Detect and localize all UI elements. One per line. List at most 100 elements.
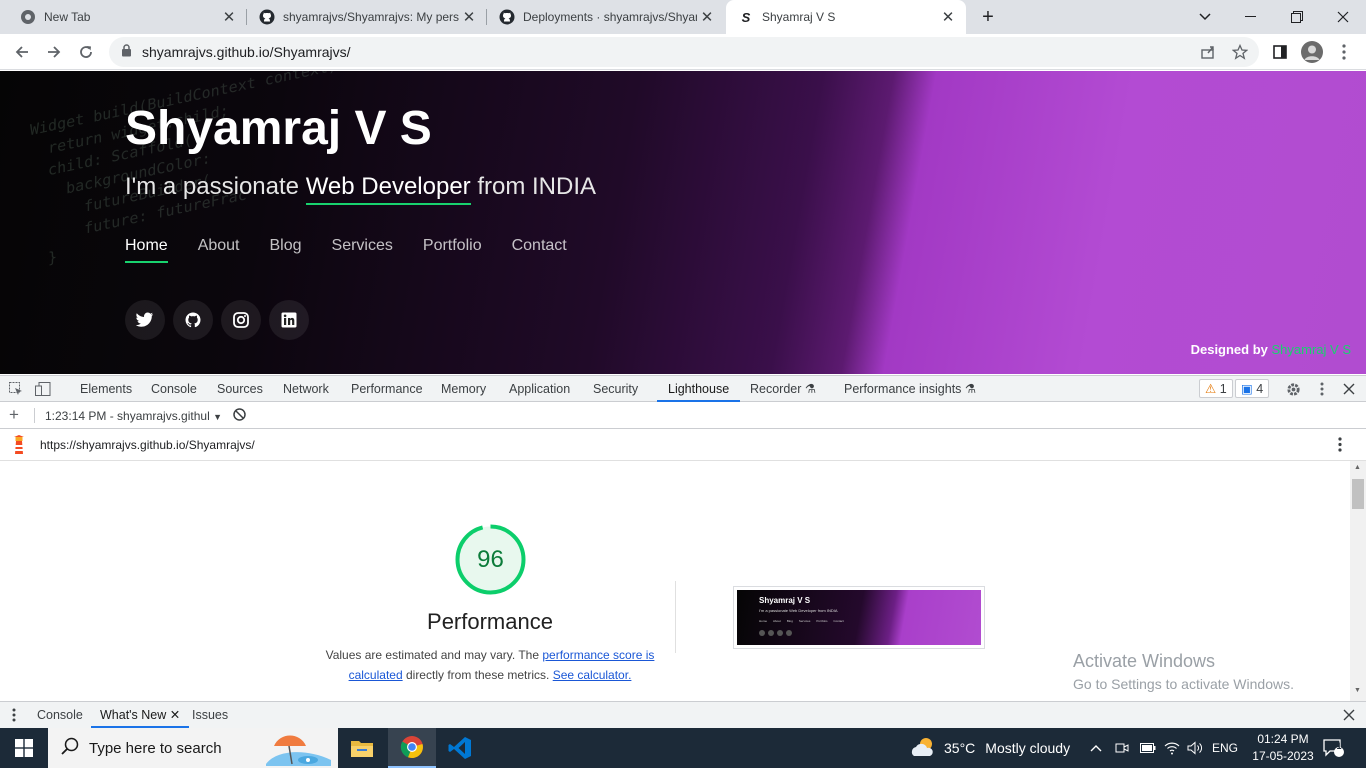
nav-home[interactable]: Home [125, 237, 168, 263]
nav-services[interactable]: Services [332, 237, 393, 263]
file-explorer-icon[interactable] [338, 728, 386, 768]
tab-recorder[interactable]: Recorder ⚗ [750, 376, 816, 402]
score-value: 96 [477, 546, 504, 573]
close-drawer-icon[interactable] [1343, 702, 1355, 728]
nav-blog[interactable]: Blog [270, 237, 302, 263]
github-icon [499, 9, 515, 25]
browser-tab-github-repo[interactable]: shyamrajvs/Shyamrajvs: My perso ✕ [247, 0, 487, 34]
new-report-plus-icon[interactable]: + [9, 405, 19, 425]
browser-tab-active[interactable]: S Shyamraj V S ✕ [726, 0, 966, 34]
volume-icon[interactable] [1187, 728, 1203, 768]
device-toolbar-icon[interactable] [35, 376, 51, 402]
close-tab-icon[interactable]: ✕ [697, 8, 717, 26]
system-clock[interactable]: 01:24 PM 17-05-2023 [1246, 728, 1320, 768]
inspect-element-icon[interactable] [9, 376, 23, 402]
nav-contact[interactable]: Contact [512, 237, 567, 263]
tab-performance-insights[interactable]: Performance insights ⚗ [844, 376, 976, 402]
profile-avatar[interactable] [1298, 38, 1326, 66]
browser-tab-deployments[interactable]: Deployments · shyamrajvs/Shyam ✕ [487, 0, 725, 34]
meet-now-icon[interactable] [1115, 728, 1129, 768]
report-selector[interactable]: 1:23:14 PM - shyamrajvs.githul ▼ [45, 409, 222, 423]
nav-about[interactable]: About [198, 237, 240, 263]
wifi-icon[interactable] [1164, 728, 1180, 768]
tab-network[interactable]: Network [283, 376, 329, 402]
scroll-down-icon[interactable]: ▼ [1354, 687, 1361, 694]
desc-middle: directly from these metrics. [402, 668, 553, 682]
tab-title: shyamrajvs/Shyamrajvs: My perso [283, 10, 459, 24]
taskbar-search-box[interactable]: Type here to search [48, 728, 338, 768]
scroll-up-icon[interactable]: ▲ [1354, 464, 1361, 471]
tab-title: Shyamraj V S [762, 10, 836, 24]
thumb-nav-item: Blog [786, 619, 793, 623]
vscode-icon[interactable] [436, 728, 484, 768]
see-calculator-link[interactable]: See calculator. [553, 668, 632, 682]
minimize-button[interactable] [1228, 0, 1274, 34]
tab-performance[interactable]: Performance [351, 376, 423, 402]
final-screenshot-thumbnail[interactable]: Shyamraj V S I'm a passionate Web Develo… [733, 586, 985, 649]
tab-console[interactable]: Console [151, 376, 197, 402]
tab-application[interactable]: Application [509, 376, 570, 402]
clear-all-icon[interactable] [233, 408, 246, 424]
tab-lighthouse[interactable]: Lighthouse [657, 376, 741, 402]
url-text: shyamrajvs.github.io/Shyamrajvs/ [142, 44, 351, 60]
new-tab-button[interactable]: + [965, 0, 1011, 34]
address-bar[interactable]: shyamrajvs.github.io/Shyamrajvs/ [109, 37, 1259, 67]
designed-by-link[interactable]: Shyamraj V S [1272, 342, 1351, 357]
notification-center-icon[interactable]: 1 [1322, 728, 1344, 768]
close-tab-icon[interactable]: ✕ [219, 8, 239, 26]
close-tab-icon[interactable]: ✕ [459, 8, 479, 26]
linkedin-icon[interactable] [269, 300, 309, 340]
hero-name: Shyamraj V S [125, 102, 432, 155]
drawer-tab-issues[interactable]: Issues [192, 702, 228, 728]
thumb-nav-item: About [773, 619, 781, 623]
instagram-icon[interactable] [221, 300, 261, 340]
report-divider [675, 581, 676, 653]
tagline-highlight: Web Developer [305, 173, 471, 205]
tab-sources[interactable]: Sources [217, 376, 263, 402]
devtools-menu-icon[interactable] [1320, 376, 1324, 402]
chrome-taskbar-icon[interactable] [388, 728, 436, 768]
desc-prefix: Values are estimated and may vary. The [325, 648, 543, 662]
social-links [125, 300, 317, 340]
warnings-badge[interactable]: ⚠ 1 [1199, 379, 1233, 398]
drawer-tab-console[interactable]: Console [37, 702, 83, 728]
scrollbar-thumb[interactable] [1352, 479, 1364, 509]
restore-button[interactable] [1274, 0, 1320, 34]
tab-elements[interactable]: Elements [80, 376, 132, 402]
forward-button[interactable] [40, 38, 68, 66]
github-icon[interactable] [173, 300, 213, 340]
thumb-nav: Home About Blog Services Portfolio Conta… [759, 619, 844, 623]
tab-memory[interactable]: Memory [441, 376, 486, 402]
report-menu-icon[interactable] [1338, 437, 1342, 455]
close-devtools-icon[interactable] [1343, 376, 1355, 402]
thumb-socials [759, 630, 792, 636]
tab-search-icon[interactable] [1182, 0, 1228, 34]
settings-gear-icon[interactable] [1286, 376, 1301, 402]
menu-kebab-icon[interactable] [1330, 38, 1358, 66]
input-language[interactable]: ENG [1212, 728, 1238, 768]
bookmark-star-icon[interactable] [1226, 38, 1254, 66]
browser-tab-new-tab[interactable]: New Tab ✕ [0, 0, 247, 34]
reload-button[interactable] [72, 38, 100, 66]
close-window-button[interactable] [1320, 0, 1366, 34]
back-button[interactable] [8, 38, 36, 66]
lock-icon[interactable] [121, 44, 132, 60]
tab-security[interactable]: Security [593, 376, 638, 402]
portfolio-hero: Widget build(BuildContext context) { ret… [0, 71, 1366, 374]
close-tab-icon[interactable]: ✕ [938, 8, 958, 26]
drawer-tab-whats-new[interactable]: What's New ✕ [91, 702, 190, 728]
messages-badge[interactable]: ▣ 4 [1235, 379, 1270, 398]
battery-icon[interactable] [1140, 728, 1156, 768]
report-scrollbar[interactable]: ▲ ▼ [1350, 461, 1366, 701]
report-url[interactable]: https://shyamrajvs.github.io/Shyamrajvs/ [40, 438, 255, 452]
close-drawer-tab-icon[interactable]: ✕ [170, 708, 180, 722]
nav-portfolio[interactable]: Portfolio [423, 237, 482, 263]
windows-start-icon[interactable] [0, 728, 48, 768]
twitter-icon[interactable] [125, 300, 165, 340]
weather-desc: Mostly cloudy [985, 740, 1071, 756]
share-icon[interactable] [1194, 38, 1222, 66]
drawer-menu-icon[interactable] [12, 702, 16, 728]
show-hidden-icons-chevron[interactable] [1090, 728, 1102, 768]
side-panel-icon[interactable] [1266, 38, 1294, 66]
weather-widget[interactable]: 35°C Mostly cloudy [910, 728, 1070, 768]
